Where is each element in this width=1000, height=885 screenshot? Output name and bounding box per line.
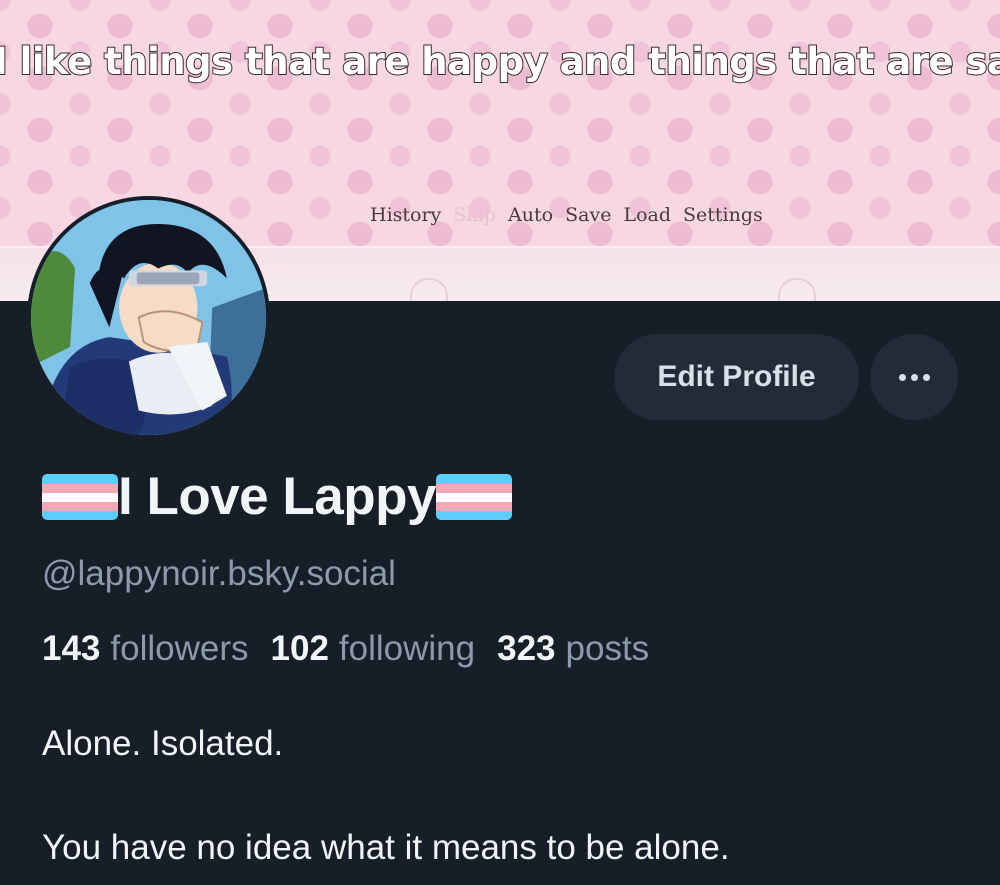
following-label: following	[338, 629, 476, 668]
banner-menu: History Skip Auto Save Load Settings	[370, 204, 763, 226]
banner-caption: I like things that are happy and things …	[0, 39, 1000, 84]
ellipsis-icon	[898, 373, 906, 381]
transgender-flag-icon	[42, 473, 118, 520]
display-name-text: I Love Lappy	[118, 467, 436, 526]
followers-count: 143	[42, 629, 101, 668]
bio-line: You have no idea what it means to be alo…	[42, 828, 730, 867]
banner-menu-history: History	[370, 204, 442, 226]
avatar-image	[31, 200, 266, 435]
display-name: I Love Lappy	[42, 466, 512, 527]
profile-stats: 143 followers 102 following 323 posts	[42, 629, 649, 669]
posts-label: posts	[565, 629, 650, 668]
ellipsis-icon	[922, 373, 930, 381]
edit-profile-button[interactable]: Edit Profile	[614, 334, 859, 420]
banner-menu-load: Load	[623, 204, 671, 226]
profile-bio: Alone. Isolated. You have no idea what i…	[42, 718, 730, 874]
transgender-flag-icon	[435, 473, 512, 520]
banner-menu-auto: Auto	[508, 204, 554, 226]
ellipsis-icon	[910, 373, 918, 381]
more-options-button[interactable]	[870, 334, 958, 420]
posts-count: 323	[497, 629, 556, 668]
followers-stat[interactable]: 143 followers	[42, 629, 249, 669]
banner-menu-settings: Settings	[683, 204, 763, 226]
profile-handle: @lappynoir.bsky.social	[42, 554, 396, 593]
posts-stat: 323 posts	[497, 629, 649, 669]
banner-menu-save: Save	[565, 204, 612, 226]
followers-label: followers	[110, 629, 249, 668]
following-count: 102	[270, 629, 329, 668]
avatar[interactable]	[27, 196, 270, 439]
banner-menu-skip: Skip	[453, 204, 497, 226]
following-stat[interactable]: 102 following	[271, 629, 476, 669]
bio-line: Alone. Isolated.	[42, 724, 284, 763]
